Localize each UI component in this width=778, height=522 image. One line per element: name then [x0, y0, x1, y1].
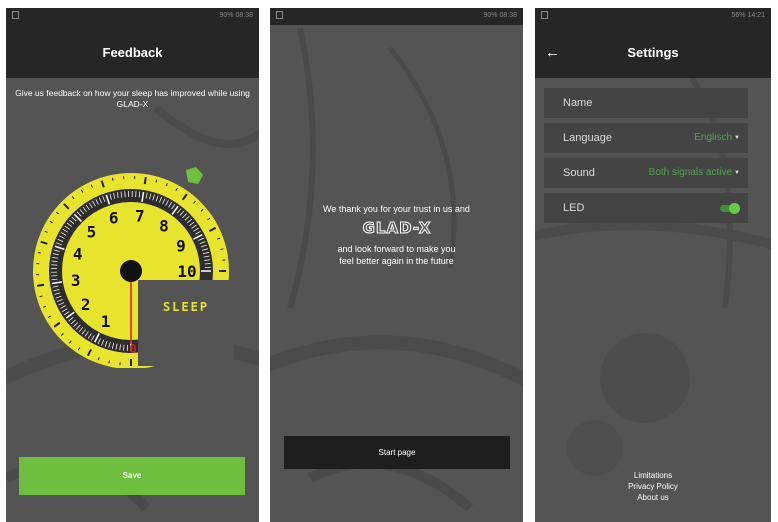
settings-title: Settings — [627, 45, 679, 60]
gauge-number-4: 4 — [73, 245, 83, 264]
gauge-number-7: 7 — [135, 207, 145, 226]
gauge-number-8: 8 — [159, 217, 169, 236]
status-bar: 90% 08:38 — [6, 8, 259, 25]
notification-icon — [12, 11, 19, 19]
language-dropdown[interactable]: Englisch ▼ — [694, 123, 740, 153]
sleep-gauge[interactable]: 0 123 456 789 10 SLEEP — [30, 158, 240, 368]
gauge-outer-tick — [108, 360, 111, 364]
gauge-number-10: 10 — [177, 262, 196, 281]
thanks-message: We thank you for your trust in us and GL… — [270, 203, 523, 267]
toggle-knob — [729, 203, 740, 214]
gauge-number-9: 9 — [176, 237, 186, 256]
caret-down-icon: ▼ — [734, 135, 740, 141]
thankyou-screen: 90% 08:38 We thank you for your trust in… — [270, 8, 523, 522]
notification-icon — [541, 11, 548, 19]
setting-sound[interactable]: Sound Both signals active ▼ — [544, 158, 748, 188]
setting-name[interactable]: Name — [544, 88, 748, 118]
privacy-policy-link[interactable]: Privacy Policy — [535, 481, 771, 492]
gauge-number-6: 6 — [109, 209, 119, 228]
feedback-intro: Give us feedback on how your sleep has i… — [15, 88, 250, 109]
status-text: 56% 14:21 — [731, 12, 765, 19]
gauge-label: SLEEP — [163, 300, 209, 314]
gauge-number-5: 5 — [87, 222, 97, 241]
notification-icon — [276, 11, 283, 19]
setting-label: Language — [563, 132, 612, 144]
status-text: 90% 08:38 — [483, 12, 517, 19]
setting-led[interactable]: LED — [544, 193, 748, 223]
gauge-number-3: 3 — [71, 271, 81, 290]
gauge-hub — [120, 260, 142, 282]
page-title: ← Settings — [535, 25, 771, 78]
thanks-text-after: and look forward to make you feel better… — [337, 244, 456, 266]
setting-label: Name — [563, 97, 593, 109]
setting-language[interactable]: Language Englisch ▼ — [544, 123, 748, 153]
background-decoration — [535, 66, 771, 476]
led-toggle[interactable] — [720, 203, 740, 214]
gauge-outer-tick — [220, 248, 224, 251]
arrow-left-icon[interactable]: ← — [545, 25, 560, 81]
svg-text:GLAD-X: GLAD-X — [362, 219, 431, 237]
gauge-number-0: 0 — [129, 342, 136, 356]
sound-dropdown[interactable]: Both signals active ▼ — [649, 158, 740, 188]
limitations-link[interactable]: Limitations — [535, 470, 771, 481]
settings-list: Name Language Englisch ▼ Sound Both signa… — [544, 88, 748, 228]
gauge-outer-tick — [143, 177, 147, 185]
gauge-outer-tick — [111, 177, 114, 181]
start-page-button[interactable]: Start page — [284, 436, 510, 469]
page-title: Feedback — [6, 25, 259, 78]
gauge-number-2: 2 — [81, 295, 91, 314]
gauge-outer-tick — [37, 251, 41, 254]
status-bar: 56% 14:21 — [535, 8, 771, 25]
gauge-number-1: 1 — [101, 312, 111, 331]
footer-links: Limitations Privacy Policy About us — [535, 470, 771, 503]
setting-label: LED — [563, 202, 585, 214]
caret-down-icon: ▼ — [734, 170, 740, 176]
settings-screen: 56% 14:21 ← Settings Name Language Engli… — [535, 8, 771, 522]
feedback-screen: 90% 08:38 Feedback Give us feedback on h… — [6, 8, 259, 522]
gauge-outer-tick — [37, 283, 45, 287]
gauge-cutout — [138, 280, 234, 366]
setting-label: Sound — [563, 167, 595, 179]
gauge-inner-tick — [123, 344, 125, 351]
thanks-text-before: We thank you for your trust in us and — [323, 204, 470, 214]
status-bar: 90% 08:38 — [270, 8, 523, 25]
status-text: 90% 08:38 — [219, 12, 253, 19]
gauge-inner-tick — [204, 263, 211, 265]
gauge-handle[interactable] — [186, 167, 203, 184]
glad-x-logo: GLAD-X — [362, 219, 431, 237]
save-button[interactable]: Save — [19, 457, 245, 495]
about-us-link[interactable]: About us — [535, 492, 771, 503]
